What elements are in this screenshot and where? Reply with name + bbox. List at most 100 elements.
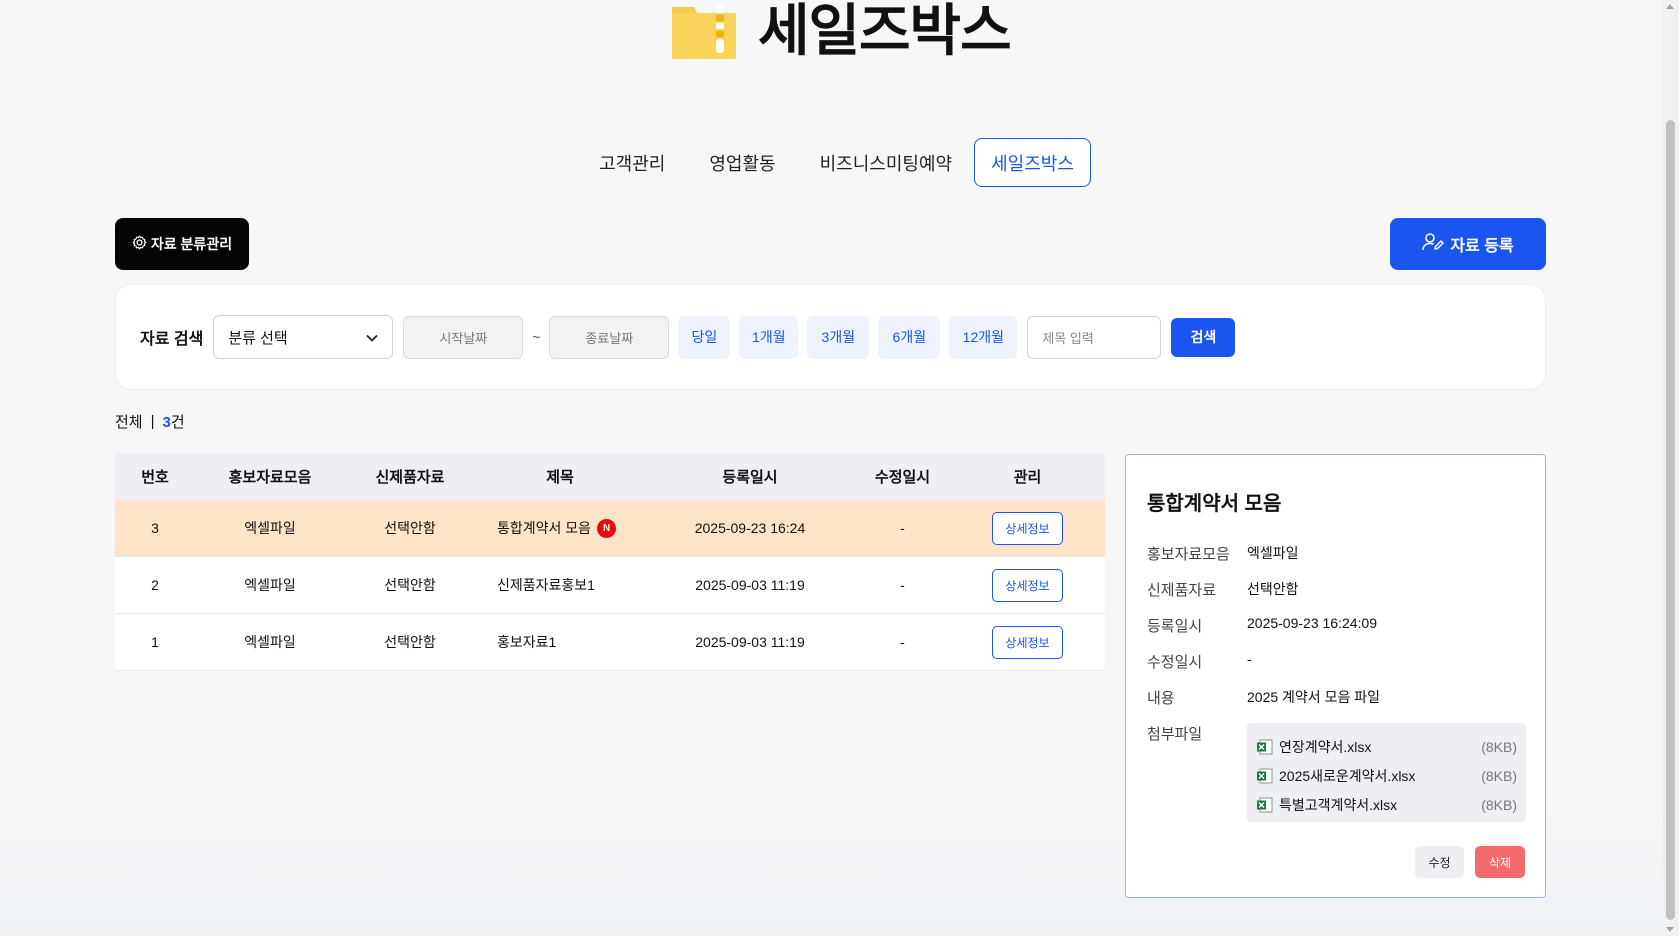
detail-value-content: 2025 계약서 모음 파일 bbox=[1247, 689, 1380, 705]
table-row[interactable]: 2 엑셀파일 선택안함 신제품자료홍보1 2025-09-03 11:19 - … bbox=[115, 557, 1105, 614]
period-3month-button[interactable]: 3개월 bbox=[807, 315, 870, 359]
title-search-input[interactable]: 제목 입력 bbox=[1027, 315, 1162, 359]
detail-label-newprod: 신제품자료 bbox=[1147, 582, 1217, 599]
detail-button[interactable]: 상세정보 bbox=[992, 625, 1063, 659]
attachment-name: 연장계약서.xlsx bbox=[1279, 738, 1372, 755]
scroll-up-icon[interactable] bbox=[1666, 4, 1674, 9]
header-no: 번호 bbox=[141, 469, 169, 486]
table-row[interactable]: 1 엑셀파일 선택안함 홍보자료1 2025-09-03 11:19 - 상세정… bbox=[115, 614, 1105, 671]
cell-modified: - bbox=[900, 634, 905, 650]
attachment-name: 특별고객계약서.xlsx bbox=[1279, 796, 1398, 813]
cell-title: 홍보자료1 bbox=[497, 634, 557, 650]
start-date-input[interactable]: 시작날짜 bbox=[403, 315, 524, 359]
count-value: 3 bbox=[162, 414, 171, 431]
table-header: 번호 홍보자료모음 신제품자료 제목 등록일시 수정일시 관리 bbox=[115, 453, 1105, 500]
category-manage-label: 자료 분류관리 bbox=[150, 236, 233, 252]
cell-action: 상세정보 bbox=[950, 625, 1105, 659]
attachment-size: (8KB) bbox=[1481, 738, 1517, 755]
tab-customer[interactable]: 고객관리 bbox=[577, 138, 687, 187]
cell-modified: - bbox=[900, 520, 905, 536]
attachment-size: (8KB) bbox=[1481, 796, 1517, 813]
detail-label-created: 등록일시 bbox=[1147, 618, 1203, 635]
date-range-tilde: ~ bbox=[532, 329, 541, 345]
category-select[interactable]: 분류 선택 bbox=[213, 315, 394, 359]
period-12month-button[interactable]: 12개월 bbox=[949, 315, 1018, 359]
cell-created: 2025-09-03 11:19 bbox=[695, 634, 805, 650]
end-date-input[interactable]: 종료날짜 bbox=[549, 315, 670, 359]
tab-sales-activity[interactable]: 영업활동 bbox=[687, 138, 797, 187]
cell-no: 2 bbox=[151, 577, 159, 593]
attachment-size: (8KB) bbox=[1481, 767, 1517, 784]
cell-newprod: 선택안함 bbox=[384, 634, 436, 650]
new-badge: N bbox=[597, 518, 617, 538]
attachment-item[interactable]: 특별고객계약서.xlsx (8KB) bbox=[1247, 790, 1526, 819]
attachment-name: 2025새로운계약서.xlsx bbox=[1279, 767, 1416, 784]
result-count: 전체 | 3건 bbox=[115, 411, 185, 432]
detail-value-promo: 엑셀파일 bbox=[1247, 545, 1299, 561]
detail-label-promo: 홍보자료모음 bbox=[1147, 546, 1230, 563]
period-today-button[interactable]: 당일 bbox=[678, 315, 731, 359]
cell-no: 1 bbox=[151, 634, 159, 650]
detail-label-files: 첨부파일 bbox=[1147, 726, 1203, 743]
attachment-list: 연장계약서.xlsx (8KB) 2025새로운계약서.xlsx (8KB) 특… bbox=[1247, 723, 1526, 822]
cell-promo: 엑셀파일 bbox=[244, 577, 296, 593]
detail-value-modified: - bbox=[1247, 651, 1252, 667]
cell-title-text: 통합계약서 모음 bbox=[497, 520, 592, 536]
count-label: 전체 bbox=[115, 414, 143, 431]
cell-promo: 엑셀파일 bbox=[244, 634, 296, 650]
cell-action: 상세정보 bbox=[950, 568, 1105, 602]
tab-business-meeting[interactable]: 비즈니스미팅예약 bbox=[798, 138, 974, 187]
cell-title: 신제품자료홍보1 bbox=[497, 577, 595, 593]
header-newprod: 신제품자료 bbox=[375, 469, 445, 486]
header-title: 제목 bbox=[546, 469, 574, 486]
period-1month-button[interactable]: 1개월 bbox=[739, 315, 799, 359]
search-label: 자료 검색 bbox=[140, 331, 204, 348]
register-button[interactable]: 자료 등록 bbox=[1390, 218, 1546, 270]
scroll-thumb[interactable] bbox=[1666, 120, 1675, 920]
detail-button[interactable]: 상세정보 bbox=[992, 568, 1063, 602]
header-created: 등록일시 bbox=[722, 469, 778, 486]
detail-button[interactable]: 상세정보 bbox=[992, 511, 1063, 545]
cell-created: 2025-09-03 11:19 bbox=[695, 577, 805, 593]
tab-salesbox[interactable]: 세일즈박스 bbox=[974, 138, 1091, 187]
attachment-item[interactable]: 연장계약서.xlsx (8KB) bbox=[1247, 732, 1526, 761]
register-label: 자료 등록 bbox=[1450, 238, 1514, 255]
cell-promo: 엑셀파일 bbox=[244, 520, 296, 536]
delete-button[interactable]: 삭제 bbox=[1475, 846, 1525, 878]
edit-button[interactable]: 수정 bbox=[1415, 846, 1464, 878]
header-logo: 세일즈박스 bbox=[672, 0, 1012, 66]
detail-label-modified: 수정일시 bbox=[1147, 654, 1203, 671]
period-6month-button[interactable]: 6개월 bbox=[878, 315, 941, 359]
scroll-down-icon[interactable] bbox=[1666, 927, 1674, 932]
detail-panel: 통합계약서 모음 홍보자료모음 엑셀파일 신제품자료 선택안함 등록일시 202… bbox=[1125, 454, 1546, 898]
materials-table: 번호 홍보자료모음 신제품자료 제목 등록일시 수정일시 관리 3 엑셀파일 선… bbox=[115, 453, 1105, 671]
gear-icon bbox=[132, 235, 147, 253]
header-promo: 홍보자료모음 bbox=[228, 469, 312, 486]
zip-folder-icon bbox=[672, 0, 736, 61]
detail-title: 통합계약서 모음 bbox=[1147, 493, 1282, 515]
cell-no: 3 bbox=[151, 520, 159, 536]
cell-action: 상세정보 bbox=[950, 511, 1105, 545]
chevron-down-icon bbox=[366, 329, 378, 346]
cell-newprod: 선택안함 bbox=[384, 577, 436, 593]
category-manage-button[interactable]: 자료 분류관리 bbox=[115, 218, 249, 270]
excel-file-icon bbox=[1257, 739, 1273, 755]
cell-modified: - bbox=[900, 577, 905, 593]
cell-created: 2025-09-23 16:24 bbox=[694, 520, 806, 536]
search-panel: 자료 검색 분류 선택 시작날짜 ~ 종료날짜 당일 1개월 3개월 6개월 1… bbox=[115, 284, 1546, 390]
category-select-value: 분류 선택 bbox=[228, 329, 288, 347]
detail-value-newprod: 선택안함 bbox=[1247, 581, 1299, 597]
page-title: 세일즈박스 bbox=[758, 0, 1012, 62]
nav-tabs: 고객관리 영업활동 비즈니스미팅예약 세일즈박스 bbox=[0, 138, 1668, 187]
detail-label-content: 내용 bbox=[1147, 690, 1175, 707]
header-action: 관리 bbox=[1013, 469, 1042, 486]
table-row[interactable]: 3 엑셀파일 선택안함 통합계약서 모음 N 2025-09-23 16:24 … bbox=[115, 500, 1105, 557]
excel-file-icon bbox=[1257, 797, 1273, 813]
attachment-item[interactable]: 2025새로운계약서.xlsx (8KB) bbox=[1247, 761, 1526, 790]
user-edit-icon bbox=[1422, 232, 1445, 257]
count-unit: 건 bbox=[170, 414, 185, 431]
count-separator: | bbox=[150, 413, 155, 430]
detail-value-created: 2025-09-23 16:24:09 bbox=[1247, 615, 1377, 631]
page-scrollbar[interactable] bbox=[1662, 0, 1679, 936]
search-button[interactable]: 검색 bbox=[1171, 317, 1236, 357]
